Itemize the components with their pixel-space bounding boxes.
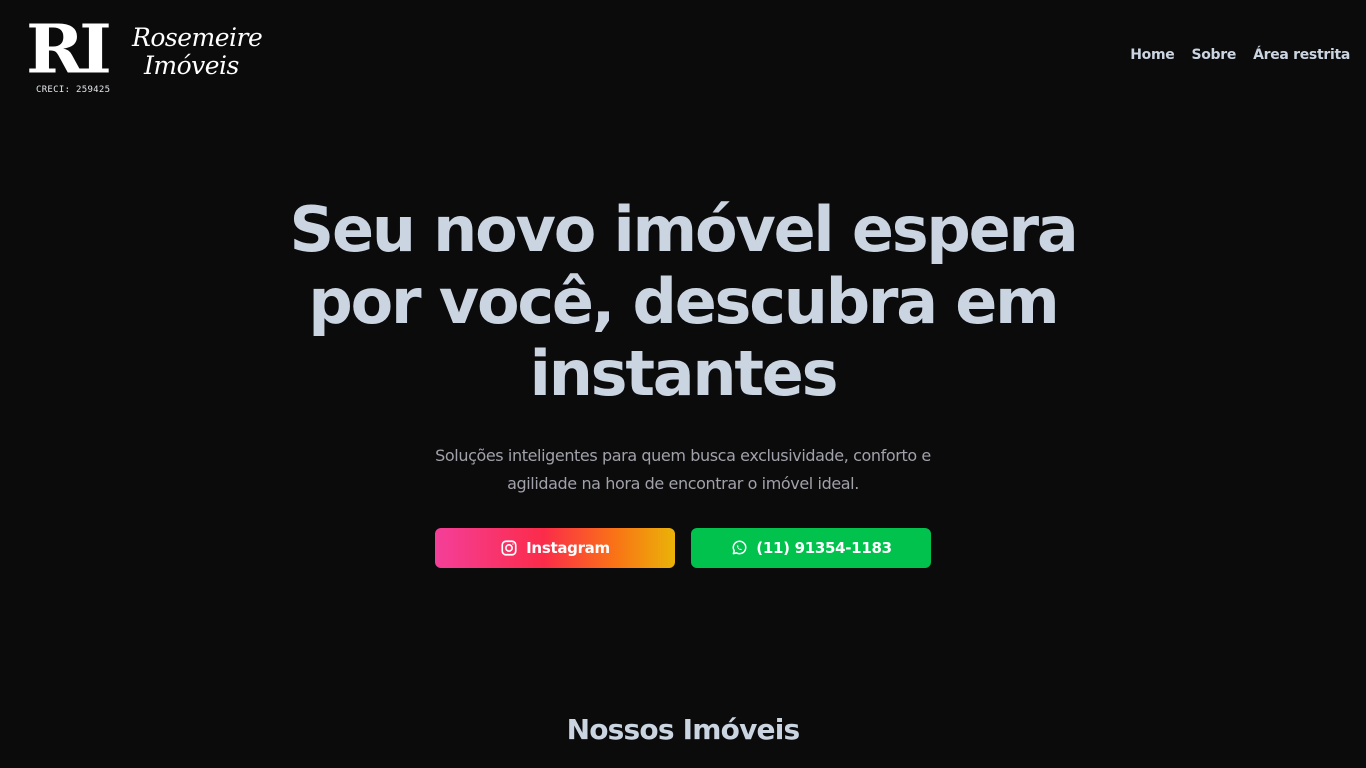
nav-area-restrita[interactable]: Área restrita: [1253, 47, 1350, 63]
hero-title-line: por você, descubra em: [308, 265, 1059, 338]
hero-subtitle-line: Soluções inteligentes para quem busca ex…: [435, 446, 931, 465]
hero-subtitle-line: agilidade na hora de encontrar o imóvel …: [507, 474, 859, 493]
whatsapp-button[interactable]: (11) 91354-1183: [691, 528, 931, 568]
creci-label: CRECI: 259425: [36, 85, 111, 95]
instagram-button-label: Instagram: [526, 539, 610, 557]
properties-section-title: Nossos Imóveis: [566, 713, 801, 746]
whatsapp-icon: [730, 539, 748, 557]
hero-title-line: Seu novo imóvel espera: [289, 193, 1079, 266]
nav-home[interactable]: Home: [1130, 47, 1175, 63]
hero-subtitle: Soluções inteligentes para quem busca ex…: [0, 442, 1366, 498]
whatsapp-button-label: (11) 91354-1183: [756, 539, 892, 557]
hero-title: Seu novo imóvel espera por você, descubr…: [0, 194, 1366, 410]
logo-name-line1: Rosemeire: [132, 23, 263, 52]
hero-title-line: instantes: [529, 337, 839, 410]
instagram-button[interactable]: Instagram: [435, 528, 675, 568]
logo-mark: RI: [26, 9, 112, 89]
main-nav: Home Sobre Área restrita: [1130, 47, 1350, 63]
logo-name: Rosemeire Imóveis: [132, 23, 263, 80]
logo-name-line2: Imóveis: [144, 51, 239, 80]
nav-sobre[interactable]: Sobre: [1191, 47, 1236, 63]
instagram-icon: [500, 539, 518, 557]
logo-link[interactable]: RI Rosemeire Imóveis CRECI: 259425: [26, 16, 263, 98]
page: RI Rosemeire Imóveis CRECI: 259425 Home …: [0, 0, 1366, 768]
